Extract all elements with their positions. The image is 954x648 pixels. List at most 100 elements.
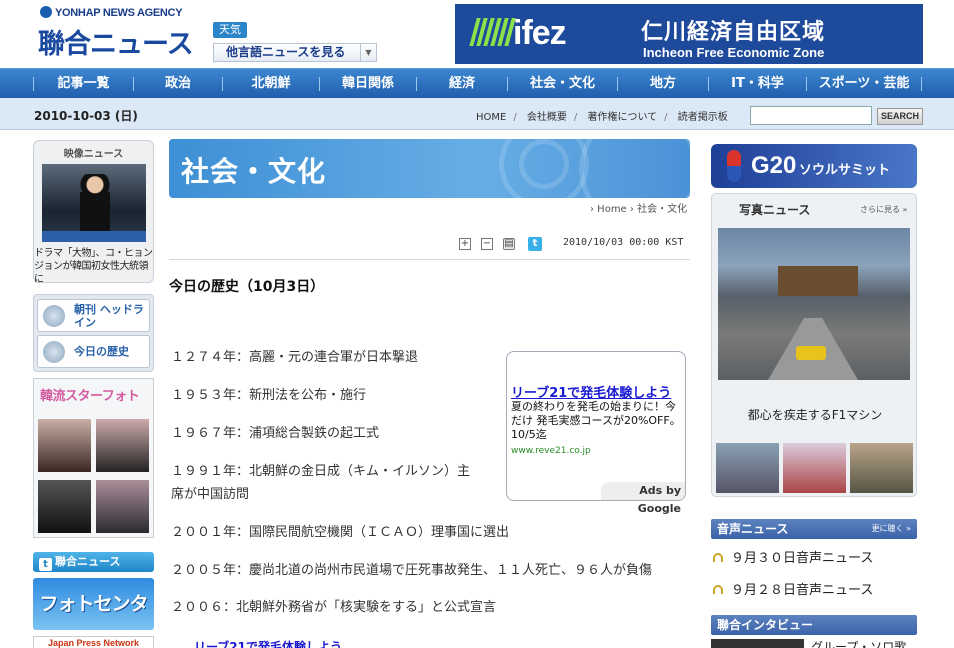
photo-more-link[interactable]: さらに見る »: [860, 204, 907, 215]
history-item: １９９１年：北朝鮮の金日成（キム・イルソン）主: [171, 464, 471, 479]
history-item: ２００５年：慶尚北道の尚州市民道場で圧死事故発生、１１人死亡、９６人が負傷: [171, 563, 653, 578]
audio-item[interactable]: ９月３０日音声ニュース: [713, 547, 873, 566]
video-caption-bar: [42, 231, 146, 242]
audio-item-label: ９月３０日音声ニュース: [731, 551, 874, 566]
article-timestamp: 2010/10/03 00:00 KST: [563, 237, 684, 248]
video-thumbnail[interactable]: [42, 164, 146, 242]
photo-main-image[interactable]: [718, 228, 910, 380]
history-item: １９６７年：浦項総合製鉄の起工式: [171, 426, 380, 441]
morning-headline-label: 朝刊 ヘッドライン: [74, 303, 144, 329]
link-divider: /: [513, 112, 517, 123]
audio-news-header: 音声ニュース 更に聴く »: [711, 519, 917, 539]
decor-circle: [519, 139, 569, 189]
history-item: ２００６：北朝鮮外務省が「核実験をする」と公式宣言: [171, 600, 497, 615]
company-link[interactable]: 会社概要: [527, 112, 567, 123]
nav-north-korea[interactable]: 北朝鮮: [223, 69, 319, 99]
section-header: 社会・文化: [169, 139, 690, 198]
nav-sports-ent[interactable]: スポーツ・芸能: [807, 69, 921, 99]
star-photo[interactable]: [38, 419, 91, 472]
chevron-down-icon[interactable]: ▼: [360, 44, 376, 61]
ad-url[interactable]: www.reve21.co.jp: [511, 446, 591, 456]
home-link[interactable]: HOME: [476, 112, 506, 123]
history-item: 席が中国訪問: [171, 487, 250, 502]
nav-it-science[interactable]: IT・科学: [709, 69, 806, 99]
anchor-figure: [80, 174, 110, 234]
nav-economy[interactable]: 経済: [417, 69, 507, 99]
hallyu-star-title[interactable]: 韓流スターフォト: [40, 385, 140, 404]
nav-divider: [921, 77, 922, 91]
search-button[interactable]: SEARCH: [877, 108, 923, 125]
interview-item[interactable]: グループ・ソロ歌: [711, 639, 917, 648]
reader-board-link[interactable]: 読者掲示板: [678, 112, 728, 123]
newspaper-icon: [43, 305, 65, 327]
twitter-icon: t: [39, 558, 52, 571]
site-header: YONHAP NEWS AGENCY 聯合ニュース 天気 他言語ニュースを見る ▼…: [0, 0, 954, 68]
ifez-banner[interactable]: ifez 仁川経済自由区域 Incheon Free Economic Zone: [455, 4, 923, 64]
zoom-out-icon[interactable]: −: [481, 238, 493, 250]
audio-news-title: 音声ニュース: [717, 522, 789, 536]
nav-society-culture[interactable]: 社会・文化: [508, 69, 617, 99]
calendar-icon: [43, 341, 65, 363]
breadcrumb[interactable]: › Home › 社会・文化: [590, 200, 687, 215]
main-nav: 記事一覧 政治 北朝鮮 韓日関係 経済 社会・文化 地方 IT・科学 スポーツ・…: [0, 68, 954, 98]
nav-articles[interactable]: 記事一覧: [34, 69, 133, 99]
video-caption[interactable]: ドラマ「大物」、コ・ヒョンジョンが韓国初女性大統領に: [34, 247, 155, 286]
twitter-button[interactable]: t聯合ニュースTwitter: [33, 552, 154, 588]
audio-item-label: ９月２８日音声ニュース: [731, 583, 874, 598]
copyright-link[interactable]: 著作権について: [587, 112, 657, 123]
japan-press-network-link[interactable]: Japan Press Network: [33, 636, 154, 648]
star-photo[interactable]: [96, 419, 149, 472]
current-date: 2010-10-03 (日): [34, 109, 138, 123]
g20-logo-icon: [727, 150, 741, 182]
history-item: ２００１年：国際民間航空機関（ＩＣＡＯ）理事国に選出: [171, 525, 510, 540]
history-item: １９５３年：新刑法を公布・施行: [171, 388, 367, 403]
print-icon[interactable]: ▤: [503, 238, 515, 250]
today-history-button[interactable]: 今日の歴史: [37, 335, 150, 368]
ifez-logo-icon: [469, 18, 517, 46]
nav-korea-japan[interactable]: 韓日関係: [320, 69, 416, 99]
agency-name: YONHAP NEWS AGENCY: [55, 7, 183, 19]
star-photo[interactable]: [96, 480, 149, 533]
photo-thumb[interactable]: [850, 443, 913, 493]
audio-more-link[interactable]: 更に聴く »: [872, 519, 911, 539]
hallyu-star-photo-box: 韓流スターフォト: [33, 378, 154, 538]
interview-thumb[interactable]: [711, 639, 804, 648]
video-news-title: 映像ニュース: [63, 149, 124, 160]
morning-headline-button[interactable]: 朝刊 ヘッドライン: [37, 299, 150, 332]
language-select[interactable]: 他言語ニュースを見る ▼: [213, 43, 377, 62]
divider: [169, 259, 690, 260]
g20-banner[interactable]: G20 ソウルサミット: [711, 144, 917, 188]
ad-headline[interactable]: リーブ21で発毛体験しよう: [511, 382, 671, 401]
left-menu: 朝刊 ヘッドライン 今日の歴史: [33, 294, 154, 372]
photo-thumb[interactable]: [716, 443, 779, 493]
audio-item[interactable]: ９月２８日音声ニュース: [713, 579, 873, 598]
ad-link-bottom[interactable]: リーブ21で発毛体験しよう: [194, 638, 342, 648]
headphones-icon: [713, 585, 723, 594]
weather-link[interactable]: 天気: [213, 22, 247, 38]
utility-links: HOME / 会社概要 / 著作権について / 読者掲示板: [476, 108, 735, 123]
gate-shape: [778, 266, 858, 296]
star-photo[interactable]: [38, 480, 91, 533]
ads-by-google[interactable]: Ads by Google: [601, 482, 685, 515]
link-divider: /: [573, 112, 578, 123]
photo-thumb[interactable]: [783, 443, 846, 493]
interview-header: 聯合インタビュー: [711, 615, 917, 635]
yonhap-logo-icon: [40, 6, 52, 18]
google-ad-box: リーブ21で発毛体験しよう 夏の終わりを発毛の始まりに！今だけ 発毛実感コースが…: [506, 351, 686, 515]
g20-subtitle: ソウルサミット: [799, 163, 891, 178]
photo-center-banner[interactable]: フォトセンター: [33, 578, 154, 648]
history-item: １２７４年：高麗・元の連合軍が日本撃退: [171, 350, 419, 365]
language-select-label: 他言語ニュースを見る: [226, 45, 346, 59]
agency-logo[interactable]: YONHAP NEWS AGENCY: [40, 6, 183, 19]
article-title: 今日の歴史（10月3日）: [169, 279, 325, 295]
interview-text[interactable]: グループ・ソロ歌: [811, 638, 906, 648]
nav-regional[interactable]: 地方: [618, 69, 708, 99]
photo-caption[interactable]: 都心を疾走するF1マシン: [712, 406, 918, 423]
nav-politics[interactable]: 政治: [134, 69, 222, 99]
site-logo[interactable]: 聯合ニュース: [38, 22, 194, 61]
search-input[interactable]: [750, 106, 872, 125]
interview-title: 聯合インタビュー: [717, 618, 814, 632]
twitter-share-icon[interactable]: t: [528, 237, 542, 251]
zoom-in-icon[interactable]: +: [459, 238, 471, 250]
g20-title: G20: [751, 152, 797, 179]
